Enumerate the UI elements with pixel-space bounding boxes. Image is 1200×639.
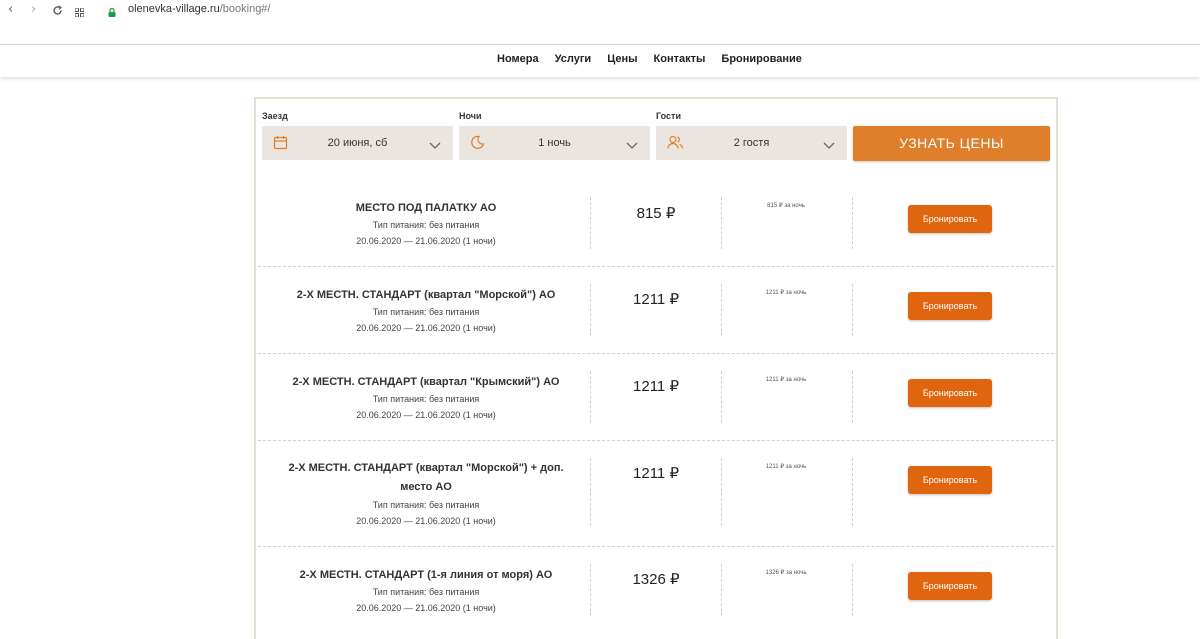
room-meal-type: Тип питания: без питания <box>372 587 480 597</box>
nav-rooms[interactable]: Номера <box>497 53 539 65</box>
room-meal-type: Тип питания: без питания <box>372 394 480 404</box>
room-price: 1211 ₽ <box>633 291 679 308</box>
room-price-per-night: 1326 ₽ за ночь <box>765 570 807 576</box>
room-price: 1211 ₽ <box>633 378 679 395</box>
room-name: 2-Х МЕСТН. СТАНДАРТ (квартал "Морской") … <box>288 462 564 493</box>
checkin-value: 20 июня, сб <box>327 137 388 149</box>
book-button[interactable]: Бронировать <box>908 379 992 407</box>
column-divider <box>852 197 853 249</box>
column-divider <box>852 284 853 336</box>
book-button[interactable]: Бронировать <box>908 292 992 320</box>
room-meal-type: Тип питания: без питания <box>372 220 480 230</box>
room-price-per-night: 1211 ₽ за ночь <box>765 290 807 296</box>
reload-icon[interactable] <box>52 3 63 21</box>
back-icon[interactable]: ‹ <box>8 2 13 18</box>
nights-label: Ночи <box>459 111 482 121</box>
room-meal-type: Тип питания: без питания <box>372 307 480 317</box>
column-divider <box>852 564 853 616</box>
room-price: 815 ₽ <box>636 205 676 222</box>
book-button[interactable]: Бронировать <box>908 572 992 600</box>
booking-panel: Заезд Ночи Гости 20 июня, сб 1 ночь 2 го… <box>254 97 1058 639</box>
checkin-label: Заезд <box>262 111 288 121</box>
row-divider <box>258 266 1054 267</box>
book-button[interactable]: Бронировать <box>908 466 992 494</box>
row-divider <box>258 546 1054 547</box>
room-price-per-night: 1211 ₽ за ночь <box>765 377 807 383</box>
row-divider <box>258 440 1054 441</box>
nights-select[interactable]: 1 ночь <box>459 126 650 160</box>
url-path: /booking#/ <box>219 3 271 15</box>
check-prices-button[interactable]: УЗНАТЬ ЦЕНЫ <box>853 126 1050 161</box>
room-price: 1326 ₽ <box>632 571 680 588</box>
room-meal-type: Тип питания: без питания <box>372 500 480 510</box>
guests-value: 2 гостя <box>733 137 770 149</box>
column-divider <box>852 458 853 526</box>
room-dates: 20.06.2020 — 21.06.2020 (1 ночи) <box>356 516 496 526</box>
room-price-per-night: 1211 ₽ за ночь <box>765 464 807 470</box>
browser-toolbar: ‹ › olenevka-village.ru/booking#/ <box>0 0 1200 22</box>
room-name: 2-Х МЕСТН. СТАНДАРТ (квартал "Крымский")… <box>292 376 560 388</box>
nav-services[interactable]: Услуги <box>555 53 592 65</box>
chevron-down-icon <box>823 137 835 155</box>
book-button[interactable]: Бронировать <box>908 205 992 233</box>
url-host: olenevka-village.ru <box>128 3 220 15</box>
forward-icon[interactable]: › <box>31 2 36 18</box>
nav-prices[interactable]: Цены <box>607 53 637 65</box>
apps-grid-icon[interactable] <box>74 4 85 22</box>
room-dates: 20.06.2020 — 21.06.2020 (1 ночи) <box>356 410 496 420</box>
room-dates: 20.06.2020 — 21.06.2020 (1 ночи) <box>356 323 496 333</box>
address-bar[interactable]: olenevka-village.ru/booking#/ <box>128 3 270 15</box>
room-name: 2-Х МЕСТН. СТАНДАРТ (квартал "Морской") … <box>296 289 556 301</box>
row-divider <box>258 353 1054 354</box>
room-price: 1211 ₽ <box>633 465 679 482</box>
checkin-select[interactable]: 20 июня, сб <box>262 126 453 160</box>
nav-contacts[interactable]: Контакты <box>654 53 706 65</box>
secure-lock-icon <box>108 4 116 17</box>
nights-value: 1 ночь <box>538 137 571 149</box>
guests-label: Гости <box>656 111 681 121</box>
chevron-down-icon <box>429 137 441 155</box>
chevron-down-icon <box>626 137 638 155</box>
room-name: МЕСТО ПОД ПАЛАТКУ АО <box>355 202 497 214</box>
site-navigation: Номера Услуги Цены Контакты Бронирование <box>0 45 1200 77</box>
room-dates: 20.06.2020 — 21.06.2020 (1 ночи) <box>356 236 496 246</box>
column-divider <box>852 371 853 423</box>
room-name: 2-Х МЕСТН. СТАНДАРТ (1-я линия от моря) … <box>299 569 553 581</box>
nav-booking[interactable]: Бронирование <box>721 53 801 65</box>
room-price-per-night: 815 ₽ за ночь <box>767 203 805 209</box>
guests-select[interactable]: 2 гостя <box>656 126 847 160</box>
room-dates: 20.06.2020 — 21.06.2020 (1 ночи) <box>356 603 496 613</box>
